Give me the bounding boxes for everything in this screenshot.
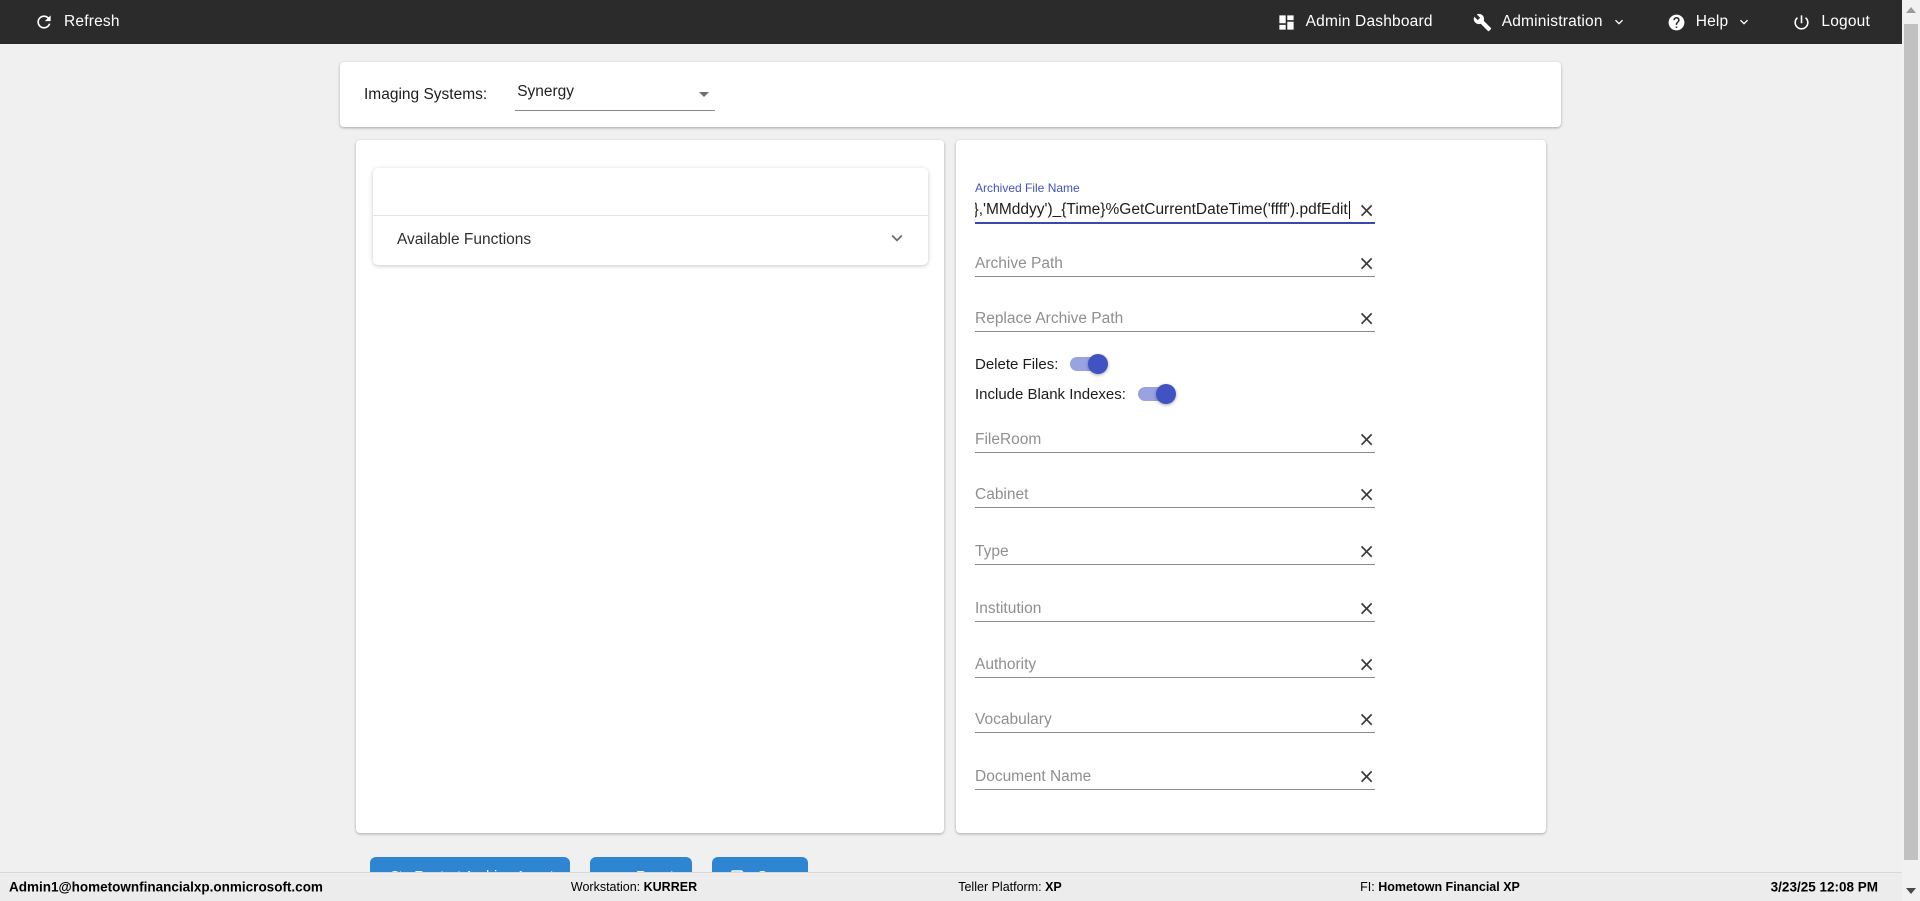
- type-placeholder: Type: [975, 543, 1009, 560]
- refresh-label: Refresh: [64, 13, 120, 30]
- chevron-down-icon: [1736, 14, 1752, 30]
- delete-files-toggle[interactable]: [1070, 354, 1109, 374]
- available-functions-expander[interactable]: Available Functions: [373, 216, 928, 264]
- vertical-scrollbar[interactable]: [1902, 0, 1920, 901]
- toggle-thumb: [1088, 354, 1109, 374]
- refresh-icon: [34, 12, 54, 32]
- administration-label: Administration: [1501, 13, 1603, 30]
- workstation-label: Workstation:: [570, 880, 641, 894]
- teller-platform-value: XP: [1045, 880, 1062, 894]
- authority-placeholder: Authority: [975, 656, 1037, 673]
- admin-dashboard-label: Admin Dashboard: [1305, 13, 1433, 30]
- application-window: Refresh Admin Dashboard Administration H…: [0, 0, 1920, 901]
- type-field[interactable]: Type ×: [975, 537, 1375, 565]
- archive-settings-panel: Archived File Name e({Date},'MMddyy')_{T…: [956, 140, 1546, 833]
- vocabulary-field[interactable]: Vocabulary ×: [975, 705, 1375, 733]
- fileroom-field[interactable]: FileRoom ×: [975, 425, 1375, 453]
- help-icon: [1667, 13, 1686, 32]
- scroll-up-arrow-icon[interactable]: [1906, 7, 1916, 13]
- replace-archive-path-placeholder: Replace Archive Path: [975, 310, 1124, 327]
- include-blank-indexes-label: Include Blank Indexes:: [975, 385, 1126, 403]
- available-functions-card: Available Functions: [373, 168, 928, 265]
- toggle-thumb: [1155, 384, 1176, 404]
- archived-file-name-label: Archived File Name: [975, 181, 1080, 195]
- financial-institution-status: FI: Hometown Financial XP: [1360, 880, 1520, 894]
- text-cursor: [1348, 200, 1351, 219]
- cabinet-placeholder: Cabinet: [975, 486, 1029, 503]
- delete-files-row: Delete Files:: [975, 352, 1109, 376]
- clear-icon[interactable]: ×: [1358, 766, 1375, 786]
- status-bar: Admin1@hometownfinancialxp.onmicrosoft.c…: [0, 872, 1902, 901]
- archived-file-name-input[interactable]: e({Date},'MMddyy')_{Time}%GetCurrentDate…: [975, 200, 1351, 219]
- imaging-systems-card: Imaging Systems: Synergy: [340, 62, 1561, 127]
- clear-icon[interactable]: ×: [1358, 654, 1375, 674]
- available-functions-label: Available Functions: [397, 231, 532, 248]
- clear-icon[interactable]: ×: [1358, 709, 1375, 729]
- workstation-value: KURRER: [643, 880, 698, 894]
- clear-icon[interactable]: ×: [1358, 541, 1375, 561]
- refresh-button[interactable]: Refresh: [34, 12, 120, 32]
- chevron-down-icon: [886, 227, 908, 254]
- archived-file-name-value: e({Date},'MMddyy')_{Time}%GetCurrentDate…: [975, 200, 1348, 218]
- datetime-display: 3/23/25 12:08 PM: [1770, 879, 1878, 895]
- fi-value: Hometown Financial XP: [1378, 880, 1520, 894]
- functions-card-header-area: [373, 168, 928, 216]
- clear-icon[interactable]: ×: [1358, 484, 1375, 504]
- document-name-placeholder: Document Name: [975, 768, 1092, 785]
- archive-path-placeholder: Archive Path: [975, 255, 1063, 272]
- scroll-down-arrow-icon[interactable]: [1906, 888, 1916, 894]
- power-icon: [1792, 13, 1811, 32]
- teller-platform-label: Teller Platform:: [958, 880, 1042, 894]
- top-navigation-bar: Refresh Admin Dashboard Administration H…: [0, 0, 1902, 44]
- clear-icon[interactable]: ×: [1358, 598, 1375, 618]
- chevron-down-icon: [1611, 14, 1627, 30]
- archived-file-name-field: Archived File Name e({Date},'MMddyy')_{T…: [975, 181, 1375, 224]
- help-menu[interactable]: Help: [1667, 13, 1753, 32]
- administration-menu[interactable]: Administration: [1473, 13, 1627, 32]
- cabinet-field[interactable]: Cabinet ×: [975, 480, 1375, 508]
- logout-label: Logout: [1821, 13, 1870, 30]
- imaging-systems-label: Imaging Systems:: [364, 85, 488, 103]
- institution-field[interactable]: Institution ×: [975, 594, 1375, 622]
- replace-archive-path-field[interactable]: Replace Archive Path ×: [975, 304, 1375, 332]
- institution-placeholder: Institution: [975, 600, 1042, 617]
- include-blank-indexes-row: Include Blank Indexes:: [975, 382, 1176, 406]
- imaging-systems-selected-value: Synergy: [517, 82, 575, 100]
- workstation-status: Workstation: KURRER: [571, 880, 697, 894]
- fileroom-placeholder: FileRoom: [975, 431, 1042, 448]
- clear-icon[interactable]: ×: [1358, 200, 1375, 220]
- clear-icon[interactable]: ×: [1358, 308, 1375, 328]
- dropdown-arrow-icon: [699, 91, 710, 97]
- delete-files-label: Delete Files:: [975, 355, 1059, 373]
- teller-platform-status: Teller Platform: XP: [958, 880, 1062, 894]
- admin-dashboard-button[interactable]: Admin Dashboard: [1277, 13, 1433, 32]
- help-label: Help: [1695, 13, 1729, 30]
- archive-path-field[interactable]: Archive Path ×: [975, 249, 1375, 277]
- dashboard-icon: [1277, 13, 1296, 32]
- clear-icon[interactable]: ×: [1358, 253, 1375, 273]
- document-name-field[interactable]: Document Name ×: [975, 762, 1375, 790]
- functions-panel: Available Functions: [356, 140, 944, 833]
- include-blank-indexes-toggle[interactable]: [1137, 384, 1176, 404]
- clear-icon[interactable]: ×: [1358, 429, 1375, 449]
- authority-field[interactable]: Authority ×: [975, 650, 1375, 678]
- wrench-icon: [1473, 13, 1492, 32]
- scrollbar-thumb[interactable]: [1904, 24, 1918, 860]
- vocabulary-placeholder: Vocabulary: [975, 711, 1052, 728]
- logged-in-user: Admin1@hometownfinancialxp.onmicrosoft.c…: [9, 879, 323, 895]
- fi-label: FI:: [1360, 880, 1375, 894]
- logout-button[interactable]: Logout: [1792, 13, 1870, 32]
- imaging-systems-select[interactable]: Synergy: [515, 79, 716, 111]
